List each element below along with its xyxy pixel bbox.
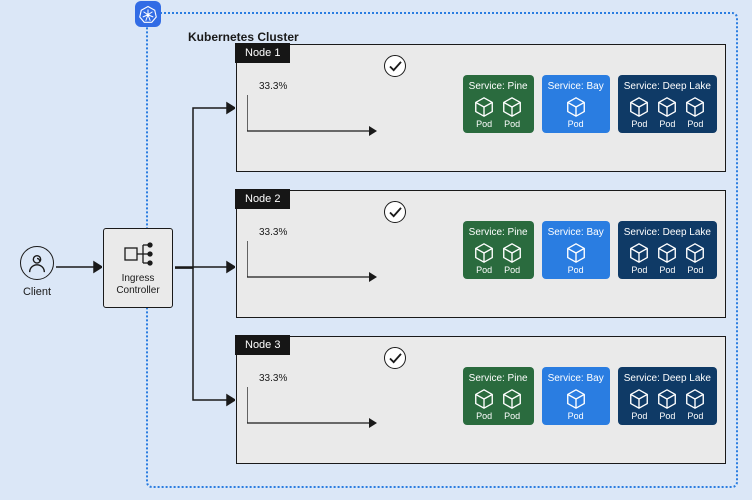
pod-label: Pod [504,411,520,421]
kubernetes-icon [135,1,161,27]
pod: Pod [656,388,678,421]
pod: Pod [565,242,587,275]
service-pine: Service: Pine Pod Pod [463,367,534,425]
service-bay: Service: Bay Pod [542,367,610,425]
pod: Pod [473,96,495,129]
check-icon [384,201,406,223]
service-pine: Service: Pine Pod Pod [463,221,534,279]
pod-label: Pod [687,265,703,275]
cube-icon [656,388,678,410]
service-bay: Service: Bay Pod [542,221,610,279]
pod-label: Pod [504,265,520,275]
cube-icon [656,96,678,118]
cube-icon [501,388,523,410]
cube-icon [628,388,650,410]
service-deep-lake: Service: Deep Lake Pod Pod Pod [618,367,717,425]
pod-label: Pod [568,411,584,421]
node: Node 1 33.3% Service: Pine Pod Pod Servi… [236,44,726,172]
pod: Pod [501,388,523,421]
services-row: Service: Pine Pod Pod Service: Bay Pod S… [463,367,717,425]
ingress-label: Ingress Controller [104,273,172,297]
pod-label: Pod [476,119,492,129]
pod-label: Pod [659,265,675,275]
service-title: Service: Deep Lake [624,373,711,384]
arrow-client-ingress [56,260,102,274]
pod: Pod [565,388,587,421]
client-label: Client [20,286,54,298]
pod: Pod [628,242,650,275]
services-row: Service: Pine Pod Pod Service: Bay Pod S… [463,221,717,279]
pod-label: Pod [568,265,584,275]
cube-icon [565,242,587,264]
person-icon [20,246,54,280]
pod: Pod [684,242,706,275]
arrow-ingress-node3 [175,268,235,408]
cube-icon [565,388,587,410]
pod-label: Pod [687,411,703,421]
pod: Pod [684,388,706,421]
pod-label: Pod [476,411,492,421]
cube-icon [473,388,495,410]
service-title: Service: Pine [469,373,528,384]
arrow-to-service [247,237,377,287]
pod: Pod [656,242,678,275]
pod-label: Pod [568,119,584,129]
pod: Pod [628,388,650,421]
service-title: Service: Pine [469,227,528,238]
ingress-controller: Ingress Controller [103,228,173,308]
cube-icon [684,388,706,410]
client: Client [20,246,54,298]
cube-icon [684,242,706,264]
pod-label: Pod [631,119,647,129]
node-title: Node 1 [235,43,290,63]
pod: Pod [501,242,523,275]
pod: Pod [656,96,678,129]
service-title: Service: Deep Lake [624,227,711,238]
cube-icon [656,242,678,264]
pod-label: Pod [659,411,675,421]
service-title: Service: Bay [548,81,604,92]
node-title: Node 3 [235,335,290,355]
service-title: Service: Pine [469,81,528,92]
check-icon [384,55,406,77]
node: Node 2 33.3% Service: Pine Pod Pod Servi… [236,190,726,318]
cube-icon [473,242,495,264]
arrow-to-service [247,383,377,433]
service-title: Service: Deep Lake [624,81,711,92]
pod-label: Pod [631,411,647,421]
cube-icon [501,96,523,118]
pod: Pod [628,96,650,129]
node: Node 3 33.3% Service: Pine Pod Pod Servi… [236,336,726,464]
cluster-title: Kubernetes Cluster [188,30,299,44]
pod: Pod [473,242,495,275]
service-title: Service: Bay [548,227,604,238]
cube-icon [565,96,587,118]
ingress-icon [123,239,153,269]
service-deep-lake: Service: Deep Lake Pod Pod Pod [618,75,717,133]
cube-icon [684,96,706,118]
pod-label: Pod [476,265,492,275]
service-bay: Service: Bay Pod [542,75,610,133]
cube-icon [501,242,523,264]
arrow-to-service [247,91,377,141]
pod-label: Pod [659,119,675,129]
pod: Pod [684,96,706,129]
cube-icon [628,96,650,118]
cube-icon [473,96,495,118]
pod: Pod [473,388,495,421]
pod: Pod [565,96,587,129]
service-title: Service: Bay [548,373,604,384]
services-row: Service: Pine Pod Pod Service: Bay Pod S… [463,75,717,133]
node-title: Node 2 [235,189,290,209]
cube-icon [628,242,650,264]
service-deep-lake: Service: Deep Lake Pod Pod Pod [618,221,717,279]
arrow-ingress-node1 [175,100,235,280]
pod-label: Pod [631,265,647,275]
pod-label: Pod [687,119,703,129]
pod-label: Pod [504,119,520,129]
check-icon [384,347,406,369]
service-pine: Service: Pine Pod Pod [463,75,534,133]
pod: Pod [501,96,523,129]
